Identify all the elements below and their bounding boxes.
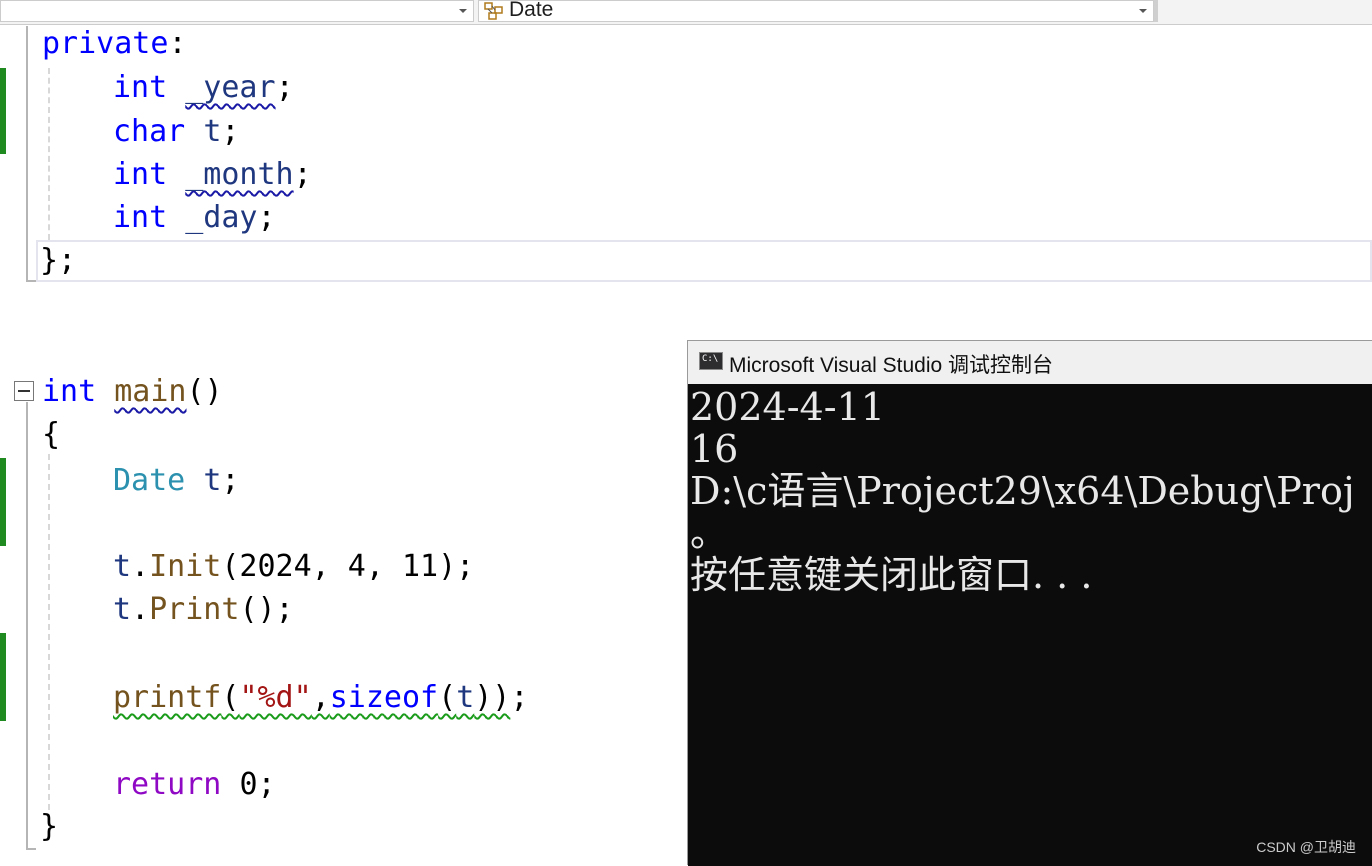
- code-line[interactable]: int _day;: [113, 198, 276, 238]
- console-icon: [699, 352, 723, 370]
- indent-guide: [48, 454, 50, 810]
- console-line: 。: [690, 511, 729, 555]
- code-line[interactable]: char t;: [113, 112, 239, 152]
- keyword: char: [113, 114, 186, 149]
- code-line[interactable]: int main(): [42, 372, 223, 412]
- punctuation: };: [40, 243, 77, 278]
- punctuation: }: [40, 809, 59, 844]
- punctuation: (: [221, 680, 240, 715]
- code-line[interactable]: int _year;: [113, 68, 294, 108]
- identifier: t: [203, 463, 222, 498]
- punctuation: (: [438, 680, 457, 715]
- outline-line: [26, 26, 28, 282]
- punctuation: .: [131, 592, 150, 627]
- member-dropdown-label: Date: [509, 0, 554, 21]
- function-name: Init: [149, 549, 222, 584]
- collapse-toggle-icon[interactable]: [14, 381, 34, 401]
- identifier: t: [456, 680, 475, 715]
- navigation-bar: Date: [0, 0, 1372, 25]
- punctuation: ,: [311, 680, 330, 715]
- punctuation: ;: [221, 114, 240, 149]
- keyword: int: [113, 157, 168, 192]
- keyword: sizeof: [329, 680, 439, 715]
- punctuation: :: [168, 26, 187, 61]
- punctuation: {: [42, 417, 61, 452]
- code-line[interactable]: private:: [42, 24, 187, 64]
- identifier: t: [113, 549, 132, 584]
- arguments: (2024, 4, 11);: [221, 549, 475, 584]
- keyword: int: [42, 374, 97, 409]
- class-icon: [484, 2, 503, 20]
- chevron-down-icon[interactable]: [459, 9, 467, 13]
- punctuation: ;: [510, 680, 529, 715]
- code-line[interactable]: Date t;: [113, 461, 239, 501]
- string-literal: "%d": [239, 680, 312, 715]
- function-name: printf: [113, 680, 222, 715]
- punctuation: )): [474, 680, 511, 715]
- punctuation: ;: [293, 157, 312, 192]
- identifier: t: [203, 114, 222, 149]
- function-name: Print: [149, 592, 240, 627]
- change-marker: [0, 633, 6, 721]
- code-line[interactable]: return 0;: [113, 765, 276, 805]
- punctuation: .: [131, 549, 150, 584]
- punctuation: (): [186, 374, 223, 409]
- change-marker: [0, 458, 6, 546]
- code-line[interactable]: }: [40, 807, 58, 847]
- console-title: Microsoft Visual Studio 调试控制台: [729, 354, 1054, 377]
- keyword: return: [113, 767, 222, 802]
- console-output[interactable]: 2024-4-11 16 D:\c语言\Project29\x64\Debug\…: [688, 384, 1372, 866]
- code-line[interactable]: };: [40, 241, 76, 281]
- debug-console-window[interactable]: Microsoft Visual Studio 调试控制台 2024-4-11 …: [687, 340, 1372, 866]
- chevron-down-icon[interactable]: [1139, 9, 1147, 13]
- code-line[interactable]: int _month;: [113, 155, 312, 195]
- function-name: main: [114, 374, 187, 409]
- change-marker: [0, 68, 6, 154]
- indent-guide: [48, 68, 50, 240]
- code-line[interactable]: printf("%d",sizeof(t));: [113, 678, 528, 718]
- identifier: _day: [185, 200, 258, 235]
- literal: 0;: [239, 767, 276, 802]
- console-line: 16: [690, 427, 739, 471]
- current-line-highlight: [36, 240, 1372, 282]
- outline-end: [26, 280, 36, 282]
- type-name: Date: [113, 463, 186, 498]
- splitter[interactable]: [1154, 0, 1158, 22]
- console-line: 2024-4-11: [690, 385, 885, 429]
- outline-line: [26, 402, 28, 850]
- keyword: int: [113, 200, 168, 235]
- code-line[interactable]: t.Print();: [113, 590, 294, 630]
- watermark: CSDN @卫胡迪: [1256, 839, 1356, 855]
- punctuation: ;: [275, 70, 294, 105]
- punctuation: ();: [239, 592, 294, 627]
- code-line[interactable]: t.Init(2024, 4, 11);: [113, 547, 474, 587]
- identifier: _year: [185, 70, 276, 105]
- outline-end: [26, 848, 36, 850]
- identifier: t: [113, 592, 132, 627]
- console-titlebar[interactable]: Microsoft Visual Studio 调试控制台: [688, 341, 1372, 384]
- identifier: _month: [185, 157, 294, 192]
- console-line: D:\c语言\Project29\x64\Debug\Proj: [690, 469, 1355, 513]
- member-dropdown[interactable]: Date: [478, 0, 1154, 22]
- punctuation: ;: [257, 200, 276, 235]
- code-line[interactable]: {: [42, 415, 60, 455]
- scope-dropdown[interactable]: [0, 0, 474, 22]
- console-line: 按任意键关闭此窗口. . .: [690, 553, 1093, 597]
- punctuation: ;: [221, 463, 240, 498]
- keyword: private: [42, 26, 169, 61]
- keyword: int: [113, 70, 168, 105]
